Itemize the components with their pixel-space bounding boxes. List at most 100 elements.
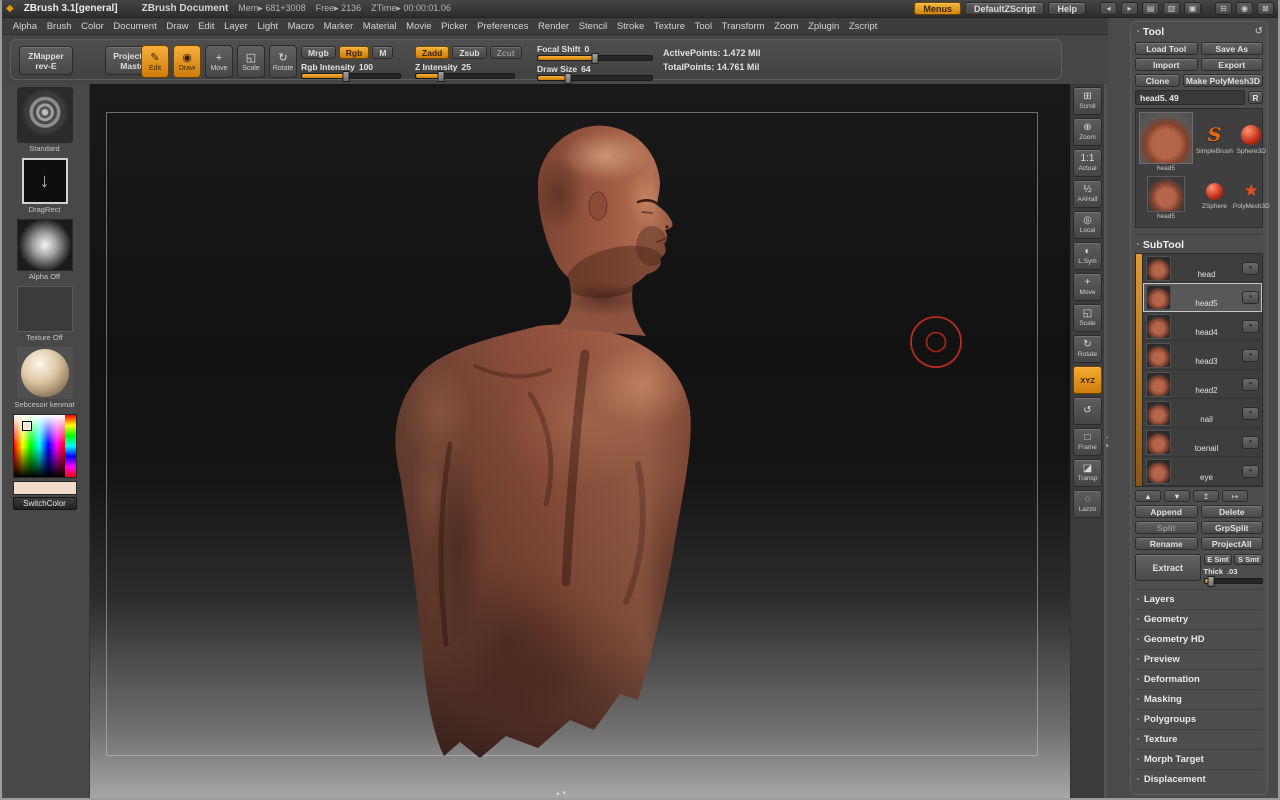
subtool-item[interactable]: eye ● (1143, 457, 1262, 486)
lock-icon[interactable]: ▣ (1184, 2, 1201, 15)
refresh-icon[interactable]: ↺ (1255, 27, 1263, 37)
e-smt-button[interactable]: E Smt (1203, 554, 1233, 565)
subtool-item[interactable]: toenail ● (1143, 428, 1262, 457)
palette-header[interactable]: ◔ Morph Target (1135, 749, 1263, 769)
menu-item[interactable]: Stroke (612, 21, 649, 32)
current-color-swatch[interactable] (12, 481, 77, 495)
palette-header[interactable]: ◔ Geometry HD (1135, 629, 1263, 649)
color-mode-button[interactable]: Mrgb (301, 46, 336, 59)
menus-button[interactable]: Menus (914, 2, 961, 15)
sculpt-mode-button[interactable]: Zadd (415, 46, 450, 59)
subtool-scrollbar[interactable] (1136, 254, 1143, 486)
shelf-button[interactable]: + Move (1073, 273, 1102, 301)
menu-item[interactable]: Zscript (844, 21, 882, 32)
shelf-button[interactable]: ◎ Local (1073, 211, 1102, 239)
scroll-down-icon[interactable]: ▾ (563, 790, 567, 797)
menu-item[interactable]: Stencil (574, 21, 612, 32)
palette-header[interactable]: ◔ Preview (1135, 649, 1263, 669)
hue-strip[interactable] (64, 415, 76, 477)
texture-selector[interactable]: Texture Off (16, 286, 73, 342)
menu-item[interactable]: Light (253, 21, 283, 32)
subtool-item[interactable]: head4 ● (1143, 312, 1262, 341)
tray-scroll-right-icon[interactable]: ▸ (1121, 2, 1138, 15)
eye-icon[interactable]: ● (1242, 377, 1259, 391)
shelf-button[interactable]: ◱ Scale (1073, 304, 1102, 332)
menu-item[interactable]: Marker (319, 21, 358, 32)
subtool-action-button[interactable]: Rename (1135, 537, 1198, 550)
tool-simplebrush[interactable]: S SimpleBrush (1196, 112, 1233, 168)
palette-header[interactable]: ◔ Polygroups (1135, 709, 1263, 729)
palette-header[interactable]: ◔ Layers (1135, 589, 1263, 609)
menu-item[interactable]: Render (533, 21, 574, 32)
color-gradient[interactable] (13, 415, 65, 477)
subtool-move-up-icon[interactable]: ▲ (1135, 490, 1161, 502)
subtool-item[interactable]: head2 ● (1143, 370, 1262, 399)
palette-header[interactable]: ◔ Masking (1135, 689, 1263, 709)
thick-slider[interactable]: Thick .03 (1203, 567, 1263, 587)
slider-knob[interactable] (591, 53, 599, 64)
default-zscript-button[interactable]: DefaultZScript (964, 2, 1045, 15)
tray-scroll-left-icon[interactable]: ◂ (1100, 2, 1117, 15)
mode-button[interactable]: ◱ Scale (237, 45, 265, 78)
recent-tool-thumbnail[interactable] (1147, 176, 1185, 212)
stroke-thumbnail[interactable]: ↓ (21, 158, 68, 204)
subtool-action-button[interactable]: Append (1135, 505, 1198, 518)
mode-button[interactable]: ↻ Rotate (269, 45, 297, 78)
extract-button[interactable]: Extract (1135, 554, 1201, 581)
subtool-action-button[interactable]: ProjectAll (1200, 537, 1263, 550)
shelf-button[interactable]: 1:1 Actual (1073, 149, 1102, 177)
eye-icon[interactable]: ● (1242, 319, 1259, 333)
load-tool-button[interactable]: Load Tool (1135, 42, 1198, 55)
menu-item[interactable]: Alpha (8, 21, 42, 32)
layout-panel-icon[interactable]: ▤ (1142, 2, 1159, 15)
subtool-header[interactable]: ◔ SubTool (1135, 234, 1263, 251)
menu-item[interactable]: Layer (219, 21, 252, 32)
shelf-button[interactable]: ◐ L.Sym (1073, 242, 1102, 270)
palette-header[interactable]: ◔ Displacement (1135, 769, 1263, 789)
subtool-item[interactable]: nail ● (1143, 399, 1262, 428)
save-as-button[interactable]: Save As (1200, 42, 1263, 55)
draw-size-slider[interactable]: Draw Size 64 (537, 64, 653, 84)
menu-item[interactable]: Document (109, 21, 162, 32)
shelf-button[interactable]: ◪ Transp (1073, 459, 1102, 487)
active-tool-thumbnail[interactable] (1139, 112, 1193, 164)
subtool-action-button[interactable]: Delete (1200, 505, 1263, 518)
z-intensity-slider[interactable]: Z Intensity 25 (415, 62, 515, 82)
document-canvas[interactable]: ▴ ▾ (90, 84, 1070, 800)
subtool-move-down-icon[interactable]: ▼ (1164, 490, 1190, 502)
eye-icon[interactable]: ● (1242, 261, 1259, 275)
tool-zsphere[interactable]: ZSphere (1196, 168, 1233, 224)
menu-item[interactable]: Preferences (472, 21, 533, 32)
eye-icon[interactable]: ● (1242, 290, 1259, 304)
palette-header[interactable]: ◔ Geometry (1135, 609, 1263, 629)
alpha-selector[interactable]: Alpha Off (16, 219, 73, 281)
subtool-item[interactable]: head5 ● (1143, 283, 1262, 312)
eye-icon[interactable]: ● (1242, 348, 1259, 362)
eye-icon[interactable]: ● (1242, 406, 1259, 420)
menu-item[interactable]: Tool (690, 21, 717, 32)
color-mode-button[interactable]: Rgb (338, 46, 370, 59)
tool-palette-header[interactable]: ◔ Tool ↺ (1135, 25, 1263, 39)
menu-item[interactable]: Picker (436, 21, 472, 32)
slider-knob[interactable] (564, 73, 572, 84)
import-button[interactable]: Import (1135, 58, 1198, 71)
material-selector[interactable]: Sebcesoir kenmat (14, 347, 75, 409)
shelf-button[interactable]: ⊞ Scroll (1073, 87, 1102, 115)
menu-item[interactable]: Zplugin (803, 21, 844, 32)
eye-icon[interactable]: ● (1242, 435, 1259, 449)
menu-item[interactable]: Material (358, 21, 401, 32)
slider-knob[interactable] (1207, 576, 1215, 587)
zmapper-button[interactable]: ZMapper rev-E (19, 46, 73, 75)
shelf-button[interactable]: ↻ Rotate (1073, 335, 1102, 363)
subtool-shift-icon[interactable]: ↦ (1222, 490, 1248, 502)
tool-polymesh3d[interactable]: ★ PolyMesh3D (1233, 168, 1270, 224)
menu-item[interactable]: Brush (42, 21, 76, 32)
focal-shift-slider[interactable]: Focal Shift 0 (537, 44, 653, 64)
menu-item[interactable]: Zoom (769, 21, 803, 32)
shelf-button[interactable]: ⊕ Zoom (1073, 118, 1102, 146)
color-mode-button[interactable]: M (372, 46, 394, 59)
slider-knob[interactable] (437, 71, 444, 82)
clone-button[interactable]: Clone (1135, 74, 1180, 87)
window-restore-icon[interactable]: ◉ (1236, 2, 1253, 15)
sculpt-mode-button[interactable]: Zsub (452, 46, 487, 59)
